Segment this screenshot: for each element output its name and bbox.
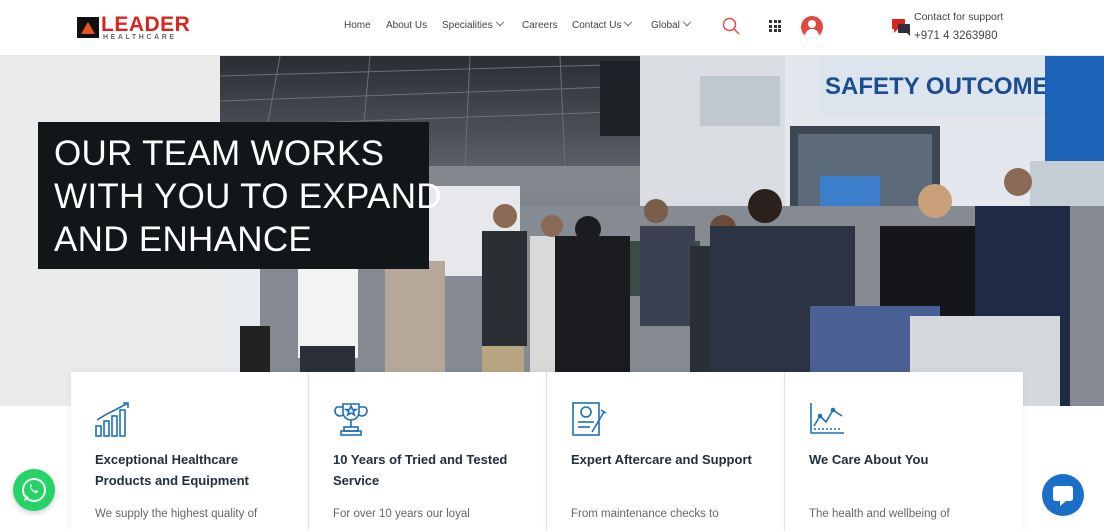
nav-item-about[interactable]: About Us <box>386 20 427 31</box>
whatsapp-button[interactable] <box>13 469 55 511</box>
user-account-icon[interactable] <box>801 16 823 38</box>
hero-caption-line: OUR TEAM WORKS <box>54 134 385 173</box>
trophy-icon <box>334 403 368 436</box>
nav-label: Home <box>344 20 371 31</box>
feature-card[interactable]: 10 Years of Tried and Tested Service For… <box>309 372 547 531</box>
hero-caption: OUR TEAM WORKS WITH YOU TO EXPAND AND EN… <box>38 122 442 269</box>
logo-tagline: HEALTHCARE <box>103 34 177 41</box>
brand-logo[interactable]: LEADER HEALTHCARE <box>77 13 192 43</box>
document-pen-icon <box>572 402 607 436</box>
nav-label: Contact Us <box>572 20 622 31</box>
logo-wordmark: LEADER <box>101 13 191 36</box>
nav-item-home[interactable]: Home <box>344 20 371 31</box>
nav-item-contact[interactable]: Contact Us <box>572 17 633 31</box>
feature-card[interactable]: We Care About You The health and wellbei… <box>785 372 1023 531</box>
apps-grid-icon[interactable] <box>769 20 781 32</box>
feature-title: Expert Aftercare and Support <box>571 452 752 467</box>
feature-title: 10 Years of Tried and Tested Service <box>333 452 508 488</box>
line-chart-icon <box>810 403 844 434</box>
nav-item-global[interactable]: Global <box>651 17 692 31</box>
nav-label: About Us <box>386 20 428 31</box>
chevron-down-icon <box>682 17 692 27</box>
feature-description: From maintenance checks to <box>571 508 719 520</box>
feature-description: We supply the highest quality of <box>95 508 258 520</box>
chat-bubble-icon[interactable] <box>891 17 911 37</box>
banner-text: SAFETY OUTCOMES <box>825 73 1065 100</box>
hero-caption-line: AND ENHANCE <box>54 220 313 259</box>
site-header: LEADER HEALTHCARE Home About Us Speciali… <box>0 0 1104 56</box>
feature-description: The health and wellbeing of <box>809 508 950 520</box>
feature-card[interactable]: Expert Aftercare and Support From mainte… <box>547 372 785 531</box>
logo-mark-icon <box>77 17 99 38</box>
feature-cards: Exceptional Healthcare Products and Equi… <box>71 372 1024 531</box>
bar-chart-icon <box>95 402 129 437</box>
support-label: Contact for support <box>914 11 1004 23</box>
feature-card[interactable]: Exceptional Healthcare Products and Equi… <box>71 372 309 531</box>
support-phone-link[interactable]: +971 4 3263980 <box>914 30 997 42</box>
chat-icon <box>1053 486 1073 506</box>
nav-item-careers[interactable]: Careers <box>522 20 558 31</box>
feature-description: For over 10 years our loyal <box>333 508 470 520</box>
nav-label: Specialities <box>442 20 493 31</box>
chevron-down-icon <box>624 17 633 27</box>
whatsapp-icon <box>22 478 46 502</box>
hero-caption-line: WITH YOU TO EXPAND <box>54 177 442 216</box>
nav-item-specialities[interactable]: Specialities <box>442 17 504 31</box>
feature-title: Exceptional Healthcare Products and Equi… <box>95 452 249 488</box>
feature-title: We Care About You <box>809 452 929 467</box>
nav-label: Global <box>651 20 680 31</box>
live-chat-button[interactable] <box>1042 474 1084 516</box>
chevron-down-icon <box>495 17 504 27</box>
nav-label: Careers <box>522 20 558 31</box>
search-icon[interactable] <box>722 17 740 35</box>
